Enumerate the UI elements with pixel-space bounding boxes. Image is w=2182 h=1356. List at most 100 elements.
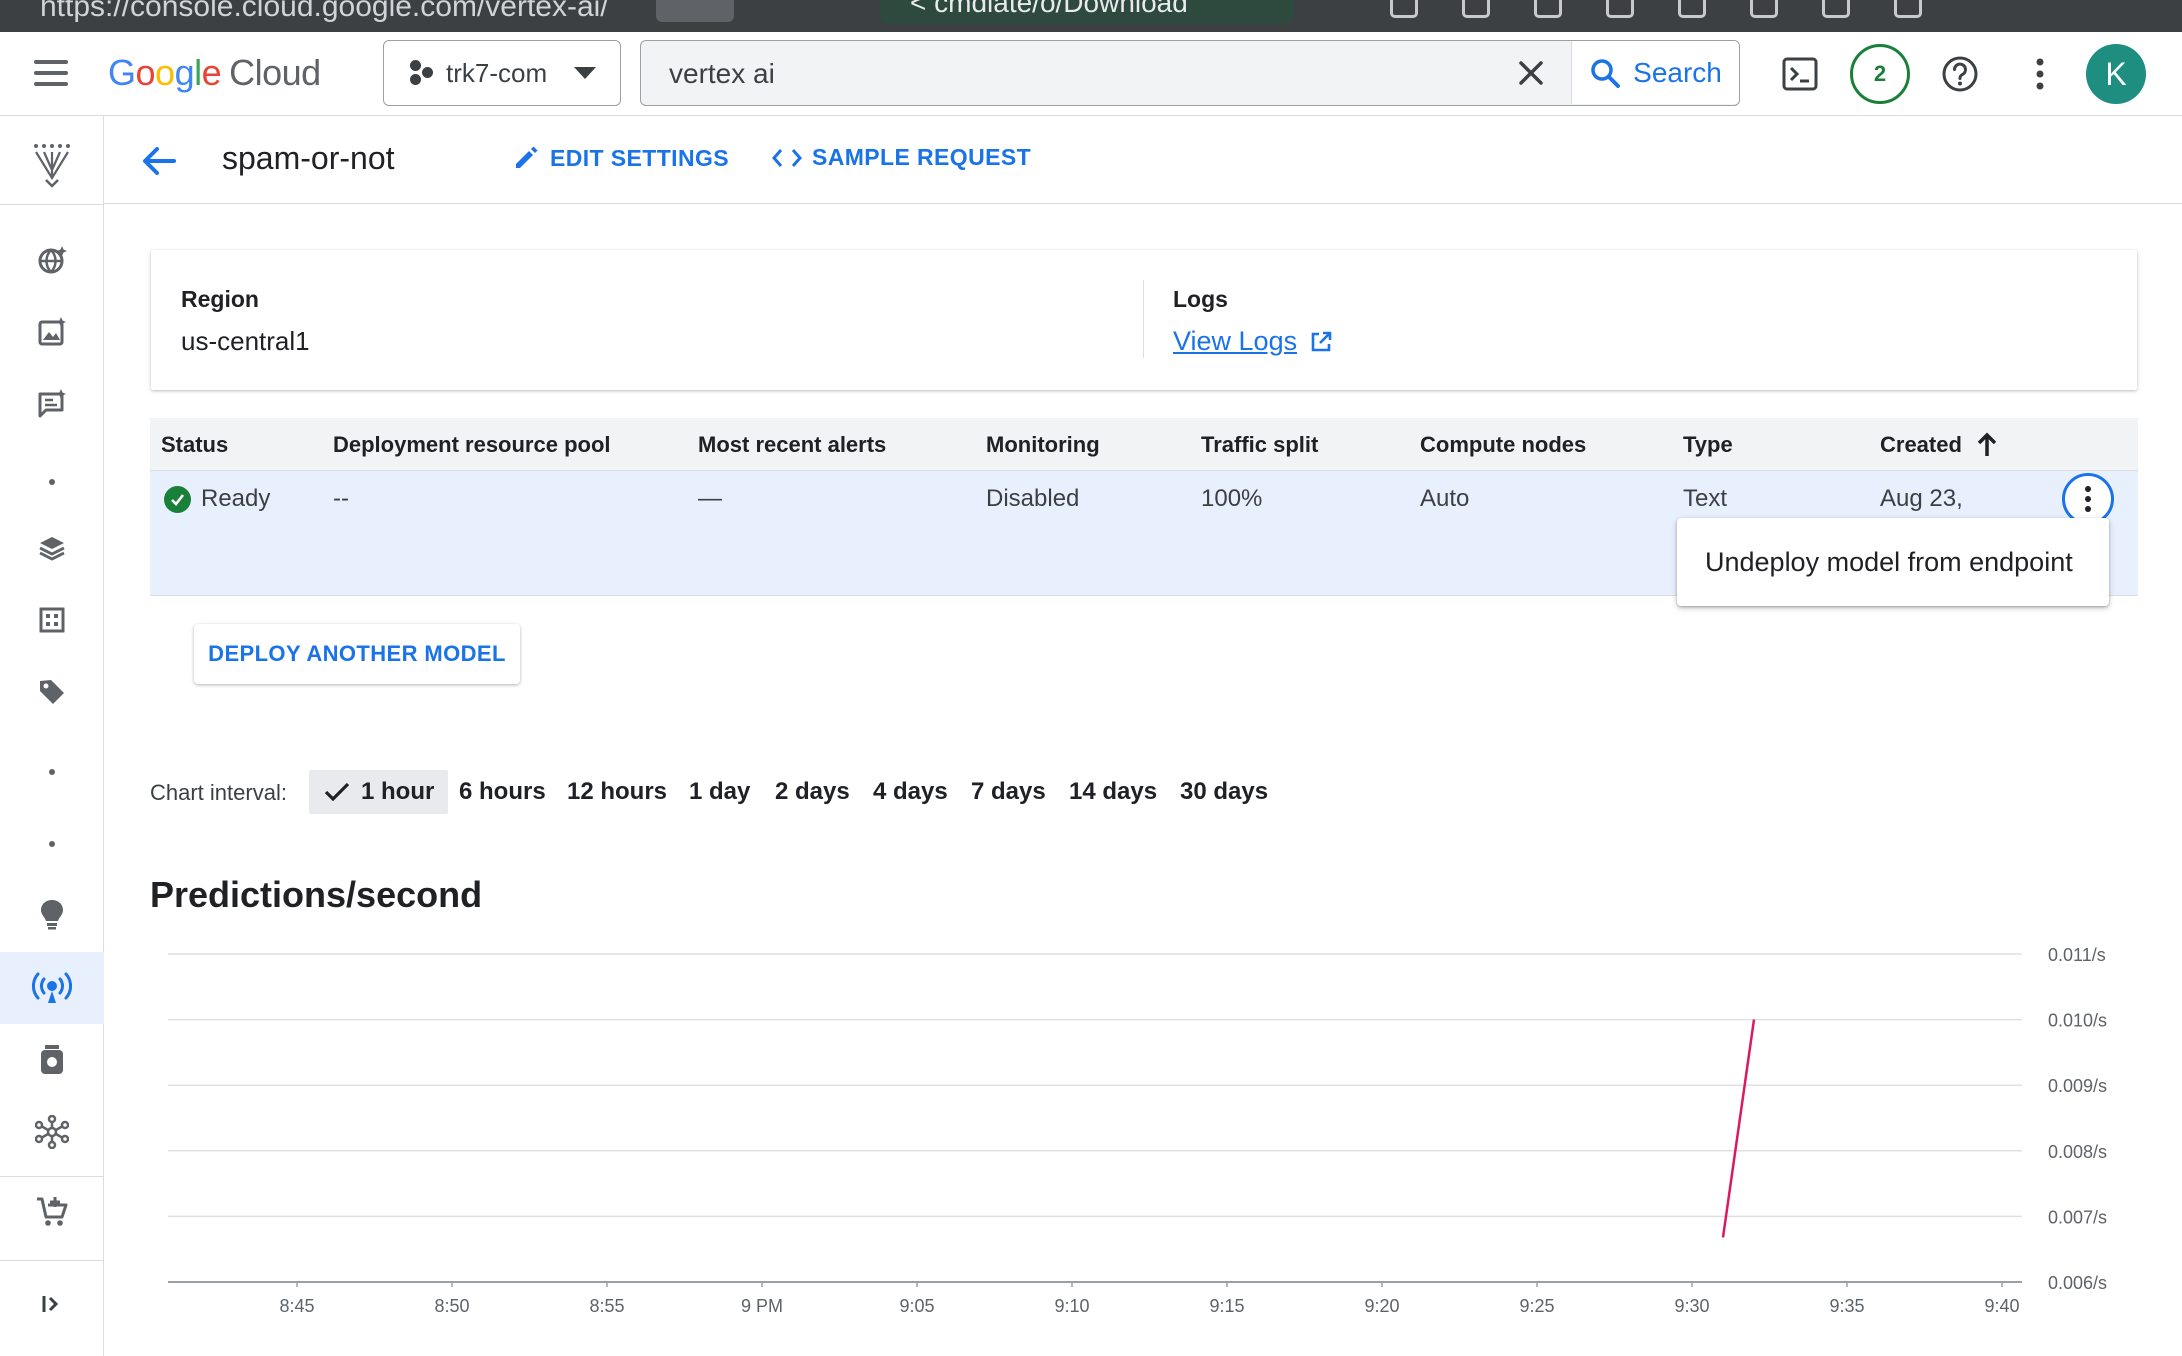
vision-icon[interactable]: [0, 300, 104, 364]
x-tick-label: 9:25: [1519, 1296, 1554, 1316]
edit-settings-button[interactable]: EDIT SETTINGS: [512, 144, 729, 172]
traffic-value: 100%: [1201, 485, 1263, 512]
browser-tab[interactable]: < cmdlate/o/Download: [880, 0, 1294, 24]
deploy-another-model-button[interactable]: DEPLOY ANOTHER MODEL: [194, 624, 520, 684]
zoom-pill[interactable]: [656, 0, 734, 22]
language-icon[interactable]: [0, 372, 104, 436]
help-icon[interactable]: [1934, 48, 1986, 100]
search-input[interactable]: [669, 55, 1489, 93]
interval-12-hours[interactable]: 12 hours: [567, 770, 667, 814]
extension-icon[interactable]: [1750, 0, 1778, 18]
extension-icon[interactable]: [1822, 0, 1850, 18]
col-resource-pool[interactable]: Deployment resource pool: [333, 432, 611, 458]
arrow-back-icon[interactable]: [136, 138, 182, 184]
batch-prediction-icon[interactable]: [0, 1028, 104, 1092]
region-value: us-central1: [181, 326, 310, 356]
marketplace-icon[interactable]: [0, 1180, 104, 1244]
y-tick-label: 0.008/s: [2048, 1142, 2107, 1162]
tag-icon[interactable]: [0, 660, 104, 724]
region-label: Region: [181, 286, 259, 312]
google-cloud-logo[interactable]: Google Cloud: [108, 52, 321, 94]
nav-dot-icon[interactable]: [0, 812, 104, 876]
labeling-icon[interactable]: [0, 588, 104, 652]
online-prediction-icon[interactable]: [0, 952, 104, 1024]
project-name: trk7-com: [446, 57, 548, 88]
col-created[interactable]: Created: [1880, 432, 1998, 458]
x-tick-label: 9 PM: [741, 1296, 783, 1316]
extension-icon[interactable]: [1462, 0, 1490, 18]
col-type[interactable]: Type: [1683, 432, 1733, 458]
search-button-label: Search: [1633, 56, 1722, 88]
check-circle-icon: [164, 485, 191, 513]
col-traffic-split[interactable]: Traffic split: [1201, 432, 1318, 458]
left-rail: [0, 116, 104, 1356]
extension-icon[interactable]: [1678, 0, 1706, 18]
col-compute-nodes[interactable]: Compute nodes: [1420, 432, 1586, 458]
browser-chrome: https://console.cloud.google.com/vertex-…: [0, 0, 2182, 32]
status-value: Ready: [201, 485, 271, 512]
col-created-label: Created: [1880, 432, 1962, 457]
cloud-shell-icon[interactable]: [1774, 48, 1826, 100]
extension-icon[interactable]: [1606, 0, 1634, 18]
interval-2-days[interactable]: 2 days: [775, 770, 850, 814]
extension-icon[interactable]: [1534, 0, 1562, 18]
interval-1-day[interactable]: 1 day: [689, 770, 750, 814]
y-tick-label: 0.010/s: [2048, 1011, 2107, 1031]
address-bar-url[interactable]: https://console.cloud.google.com/vertex-…: [40, 0, 609, 24]
interval-30-days[interactable]: 30 days: [1180, 770, 1268, 814]
interval-6-hours[interactable]: 6 hours: [459, 770, 546, 814]
open-in-new-icon: [1311, 331, 1332, 351]
sample-request-label: SAMPLE REQUEST: [812, 144, 1032, 170]
vector-search-icon[interactable]: [0, 1100, 104, 1164]
menu-icon[interactable]: [34, 60, 68, 86]
col-monitoring[interactable]: Monitoring: [986, 432, 1100, 458]
project-picker[interactable]: trk7-com: [383, 40, 621, 106]
avatar[interactable]: K: [2086, 44, 2146, 104]
interval-7-days[interactable]: 7 days: [971, 770, 1046, 814]
x-tick-label: 9:30: [1674, 1296, 1709, 1316]
col-status[interactable]: Status: [161, 432, 228, 458]
extension-icon[interactable]: [1894, 0, 1922, 18]
undeploy-menu-item[interactable]: Undeploy model from endpoint: [1677, 518, 2109, 606]
nav-dot-icon[interactable]: [0, 740, 104, 804]
status-cell: Ready: [164, 485, 270, 513]
y-tick-label: 0.009/s: [2048, 1076, 2107, 1096]
x-tick-label: 9:10: [1054, 1296, 1089, 1316]
check-icon: [324, 782, 350, 802]
more-vert-icon[interactable]: [2014, 48, 2066, 100]
page-title: spam-or-not: [222, 140, 395, 176]
vertex-ai-logo-icon[interactable]: [0, 128, 104, 200]
search-button[interactable]: Search: [1571, 41, 1739, 104]
x-tick-label: 8:50: [434, 1296, 469, 1316]
interval-4-days[interactable]: 4 days: [873, 770, 948, 814]
y-tick-label: 0.006/s: [2048, 1273, 2107, 1293]
notifications-badge[interactable]: 2: [1850, 44, 1910, 104]
extension-icon[interactable]: [1390, 0, 1418, 18]
datasets-icon[interactable]: [0, 516, 104, 580]
predictions-chart: 0.011/s 0.010/s 0.009/s 0.008/s 0.007/s 0.006…: [168, 945, 2107, 1316]
interval-1-hour[interactable]: 1 hour: [309, 770, 449, 814]
created-value: Aug 23,: [1880, 485, 1963, 512]
logs-label: Logs: [1173, 286, 1228, 312]
x-tick-label: 8:45: [279, 1296, 314, 1316]
monitoring-value: Disabled: [986, 485, 1080, 512]
nav-dot-icon[interactable]: [0, 450, 104, 514]
code-icon: [772, 148, 802, 167]
close-icon[interactable]: [1509, 51, 1553, 95]
page-header: spam-or-not EDIT SETTINGS SAMPLE REQUEST: [104, 116, 2182, 204]
sample-request-button[interactable]: SAMPLE REQUEST: [772, 144, 1031, 171]
type-value: Text: [1683, 485, 1728, 512]
col-alerts[interactable]: Most recent alerts: [698, 432, 886, 458]
view-logs-link[interactable]: View Logs: [1173, 326, 1333, 357]
x-tick-label: 9:35: [1829, 1296, 1864, 1316]
console-topbar: GoogleCloud trk7-com Search 2 K: [0, 32, 2182, 116]
expand-rail-icon[interactable]: [0, 1272, 104, 1336]
lightbulb-icon[interactable]: [0, 882, 104, 946]
x-tick-label: 8:55: [589, 1296, 624, 1316]
search-bar: Search: [640, 40, 1740, 106]
view-logs-label: View Logs: [1173, 326, 1298, 356]
interval-14-days[interactable]: 14 days: [1069, 770, 1157, 814]
pool-value: --: [333, 485, 349, 512]
chart-title: Predictions/second: [150, 874, 483, 915]
model-garden-icon[interactable]: [0, 228, 104, 292]
